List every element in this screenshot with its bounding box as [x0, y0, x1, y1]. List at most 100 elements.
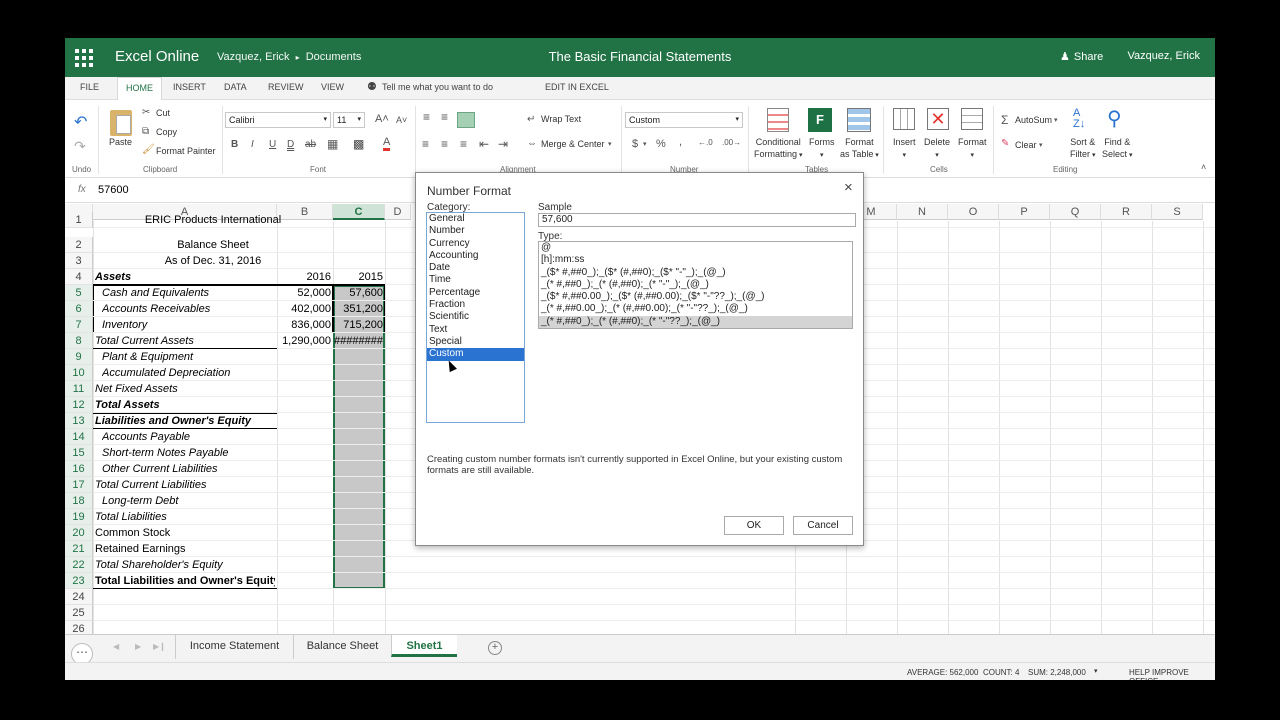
cell-a[interactable]: Balance Sheet	[93, 237, 333, 253]
strikethrough-icon[interactable]: ab	[305, 139, 316, 150]
format-as-table-icon[interactable]	[847, 108, 871, 132]
align-bottom-icon[interactable]	[457, 112, 475, 128]
cell-a[interactable]: Total Assets	[95, 397, 275, 413]
formula-input[interactable]: 57600	[98, 184, 129, 196]
cell-c[interactable]: 715,200	[333, 317, 383, 333]
cell-b[interactable]: 402,000	[277, 301, 331, 317]
cell-a[interactable]: Long-term Debt	[102, 493, 275, 509]
sheet-tab[interactable]: Balance Sheet	[293, 635, 391, 659]
column-header[interactable]: R	[1101, 204, 1152, 220]
number-format-dropdown[interactable]: Custom ▾	[625, 112, 743, 128]
conditional-formatting-icon[interactable]	[767, 108, 789, 132]
sheet-tab[interactable]: Sheet1	[391, 635, 457, 657]
cell-b[interactable]: 52,000	[277, 285, 331, 301]
row-header[interactable]: 9	[65, 349, 93, 365]
increase-decimal-icon[interactable]: ←.0	[698, 138, 713, 147]
ribbon-tab[interactable]: INSERT	[173, 82, 206, 92]
merge-center-button[interactable]: Merge & Center	[541, 139, 605, 149]
type-option[interactable]: _($* #,##0_);_($* (#,##0);_($* "-"_);_(@…	[539, 267, 852, 279]
ribbon-tab[interactable]: DATA	[224, 82, 247, 92]
underline-icon[interactable]: U	[269, 139, 276, 150]
cut-button[interactable]: Cut	[156, 108, 170, 118]
type-list[interactable]: @ [h]:mm:ss _($* #,##0_);_($* (#,##0);_($*…	[538, 241, 853, 329]
align-middle-icon[interactable]: ≡	[441, 110, 448, 124]
percent-icon[interactable]: %	[656, 138, 666, 150]
forms-button[interactable]: Forms ▾	[809, 136, 835, 162]
help-improve-office-link[interactable]: HELP IMPROVE OFFICE	[1129, 668, 1215, 680]
grow-font-icon[interactable]: A˄	[375, 113, 389, 125]
last-sheet-icon[interactable]: ▶❙	[153, 642, 166, 651]
undo-icon[interactable]: ↶	[74, 112, 87, 132]
italic-icon[interactable]: I	[251, 139, 254, 150]
category-option[interactable]: Special	[427, 336, 524, 348]
row-header[interactable]: 26	[65, 621, 93, 634]
row-header[interactable]: 8	[65, 333, 93, 349]
row-header[interactable]: 13	[65, 413, 93, 429]
category-option[interactable]: Number	[427, 225, 524, 237]
category-option[interactable]: Fraction	[427, 299, 524, 311]
cell-a[interactable]: Assets	[95, 269, 275, 285]
cell-a[interactable]: Short-term Notes Payable	[102, 445, 275, 461]
shrink-font-icon[interactable]: A˅	[396, 115, 407, 125]
ribbon-tab[interactable]: VIEW	[321, 82, 344, 92]
currency-icon[interactable]: $	[632, 138, 638, 150]
row-header[interactable]: 3	[65, 253, 93, 269]
previous-sheet-icon[interactable]: ◀	[113, 642, 119, 651]
type-option[interactable]: @	[539, 242, 852, 254]
font-color-icon[interactable]: A	[383, 137, 391, 151]
row-header[interactable]: 6	[65, 301, 93, 317]
row-header[interactable]: 14	[65, 429, 93, 445]
category-option[interactable]: Custom	[427, 348, 524, 361]
category-option[interactable]: General	[427, 213, 524, 225]
tell-me-search[interactable]: Tell me what you want to do	[382, 82, 493, 92]
type-option[interactable]: _(* #,##0_);_(* (#,##0);_(* "-"_);_(@_)	[539, 279, 852, 291]
paste-button[interactable]: Paste	[109, 137, 132, 147]
chevron-down-icon[interactable]: ▾	[1094, 667, 1098, 675]
cell-a[interactable]: Retained Earnings	[95, 541, 275, 557]
ribbon-tab[interactable]: FILE	[80, 82, 99, 92]
column-header[interactable]: P	[999, 204, 1050, 220]
clear-button[interactable]: Clear	[1015, 140, 1037, 150]
user-account[interactable]: Vazquez, Erick	[1127, 50, 1200, 62]
cell-b[interactable]: 836,000	[277, 317, 331, 333]
find-select-button[interactable]: Find & Select ▾	[1102, 136, 1132, 162]
double-underline-icon[interactable]: D	[287, 139, 294, 150]
cell-a[interactable]: Other Current Liabilities	[102, 461, 275, 477]
cell-a[interactable]: Common Stock	[95, 525, 275, 541]
category-option[interactable]: Date	[427, 262, 524, 274]
cell-c[interactable]: ########	[333, 333, 383, 349]
align-center-icon[interactable]: ≡	[441, 137, 448, 151]
ok-button[interactable]: OK	[724, 516, 784, 535]
cell-a[interactable]: Inventory	[102, 317, 275, 333]
copy-button[interactable]: Copy	[156, 127, 177, 137]
row-header[interactable]: 2	[65, 237, 93, 253]
cell-a[interactable]: Plant & Equipment	[102, 349, 275, 365]
row-header[interactable]: 19	[65, 509, 93, 525]
column-header[interactable]: O	[948, 204, 999, 220]
row-header[interactable]: 24	[65, 589, 93, 605]
add-sheet-button[interactable]: +	[488, 641, 502, 655]
type-option[interactable]: _($* #,##0.00_);_($* (#,##0.00);_($* "-"…	[539, 291, 852, 303]
decrease-indent-icon[interactable]: ⇤	[479, 137, 489, 151]
autosum-button[interactable]: AutoSum	[1015, 115, 1052, 125]
category-option[interactable]: Scientific	[427, 311, 524, 323]
ribbon-tab[interactable]: REVIEW	[268, 82, 304, 92]
column-header[interactable]: S	[1152, 204, 1203, 220]
row-header[interactable]: 20	[65, 525, 93, 541]
ribbon-tab[interactable]: EDIT IN EXCEL	[545, 82, 609, 92]
type-option[interactable]: _(* #,##0.00_);_(* (#,##0.00);_(* "-"??_…	[539, 303, 852, 315]
row-header[interactable]: 4	[65, 269, 93, 285]
column-header[interactable]: N	[897, 204, 948, 220]
format-painter-button[interactable]: Format Painter	[156, 146, 216, 156]
align-left-icon[interactable]: ≡	[422, 137, 429, 151]
category-option[interactable]: Text	[427, 324, 524, 336]
cell-a[interactable]: Accounts Receivables	[102, 301, 275, 317]
delete-cells-button[interactable]: Delete ▾	[924, 136, 950, 162]
insert-cells-icon[interactable]	[893, 108, 915, 130]
cell-a[interactable]: As of Dec. 31, 2016	[93, 253, 333, 269]
type-option[interactable]: _(* #,##0_);_(* (#,##0);_(* "-"??_);_(@_…	[539, 315, 852, 329]
collapse-ribbon-icon[interactable]: ˄	[1201, 162, 1206, 172]
type-option[interactable]: [h]:mm:ss	[539, 254, 852, 266]
next-sheet-icon[interactable]: ▶	[135, 642, 141, 651]
row-header[interactable]: 17	[65, 477, 93, 493]
